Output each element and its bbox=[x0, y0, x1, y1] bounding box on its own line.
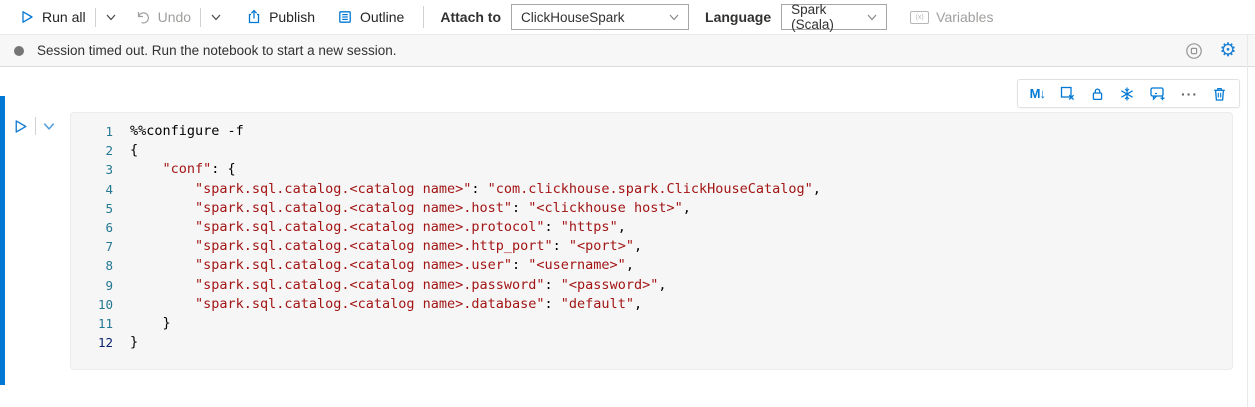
session-status-bar: Session timed out. Run the notebook to s… bbox=[0, 34, 1255, 67]
code-text: "spark.sql.catalog.<catalog name>.user":… bbox=[130, 256, 634, 275]
outline-button[interactable]: Outline bbox=[328, 0, 413, 34]
variables-button[interactable]: (x) Variables bbox=[901, 0, 1002, 34]
run-all-button[interactable]: Run all bbox=[10, 0, 95, 34]
stop-session-button[interactable] bbox=[1181, 38, 1207, 64]
markdown-icon: M↓ bbox=[1030, 86, 1045, 101]
active-cell-indicator bbox=[0, 96, 5, 385]
more-actions-button[interactable]: ··· bbox=[1174, 80, 1205, 107]
line-number: 10 bbox=[71, 295, 113, 314]
run-all-label: Run all bbox=[42, 9, 86, 25]
line-number: 6 bbox=[71, 218, 113, 237]
freeze-snowflake-icon bbox=[1119, 86, 1135, 102]
line-number: 5 bbox=[71, 199, 113, 218]
session-message: Session timed out. Run the notebook to s… bbox=[37, 43, 1181, 58]
freeze-cell-button[interactable] bbox=[1112, 80, 1142, 107]
line-number: 9 bbox=[71, 276, 113, 295]
chevron-down-icon bbox=[866, 11, 878, 23]
notebook-app: Run all Undo bbox=[0, 0, 1255, 407]
line-number: 1 bbox=[71, 122, 113, 141]
code-text: } bbox=[130, 333, 138, 352]
outline-label: Outline bbox=[360, 9, 404, 25]
language-dropdown[interactable]: Spark (Scala) bbox=[781, 4, 887, 30]
variables-icon: (x) bbox=[910, 11, 929, 24]
language-label: Language bbox=[705, 9, 771, 25]
separator bbox=[423, 6, 424, 28]
cell-run-controls bbox=[12, 117, 56, 135]
play-icon bbox=[19, 9, 35, 25]
line-number: 7 bbox=[71, 237, 113, 256]
line-number: 2 bbox=[71, 141, 113, 160]
code-text: "spark.sql.catalog.<catalog name>.protoc… bbox=[130, 218, 626, 237]
code-line[interactable]: 7 "spark.sql.catalog.<catalog name>.http… bbox=[71, 237, 1232, 256]
line-number: 12 bbox=[71, 333, 113, 352]
scrollbar-track[interactable] bbox=[1247, 34, 1248, 407]
gear-icon: ⚙ bbox=[1219, 41, 1236, 60]
line-number: 4 bbox=[71, 180, 113, 199]
code-line[interactable]: 5 "spark.sql.catalog.<catalog name>.host… bbox=[71, 199, 1232, 218]
code-line[interactable]: 6 "spark.sql.catalog.<catalog name>.prot… bbox=[71, 218, 1232, 237]
variables-label: Variables bbox=[936, 9, 993, 25]
trash-icon bbox=[1212, 86, 1227, 102]
code-text: %%configure -f bbox=[130, 122, 244, 141]
line-number: 3 bbox=[71, 160, 113, 179]
code-line[interactable]: 10 "spark.sql.catalog.<catalog name>.dat… bbox=[71, 295, 1232, 314]
cell-toolbar: M↓ bbox=[1017, 79, 1240, 108]
code-text: { bbox=[130, 141, 138, 160]
session-status-dot-icon bbox=[14, 46, 24, 56]
code-text: "spark.sql.catalog.<catalog name>.host":… bbox=[130, 199, 691, 218]
run-options-chevron-button[interactable] bbox=[96, 0, 126, 34]
session-settings-button[interactable]: ⚙ bbox=[1215, 38, 1241, 64]
code-line[interactable]: 3 "conf": { bbox=[71, 160, 1232, 179]
chevron-down-icon bbox=[210, 11, 222, 23]
attach-to-value: ClickHouseSpark bbox=[521, 10, 625, 25]
collapse-cell-chevron-button[interactable] bbox=[42, 119, 56, 133]
markdown-toggle-button[interactable]: M↓ bbox=[1023, 80, 1052, 107]
ellipsis-icon: ··· bbox=[1181, 86, 1198, 102]
code-text: "spark.sql.catalog.<catalog name>.databa… bbox=[130, 295, 642, 314]
code-text: "spark.sql.catalog.<catalog name>.http_p… bbox=[130, 237, 642, 256]
chevron-down-icon bbox=[668, 11, 680, 23]
stop-session-icon bbox=[1185, 42, 1203, 60]
clear-cell-button[interactable] bbox=[1052, 80, 1083, 107]
notebook-body: M↓ bbox=[0, 67, 1255, 407]
code-lines: 1%%configure -f2{3 "conf": {4 "spark.sql… bbox=[71, 122, 1232, 352]
top-toolbar: Run all Undo bbox=[0, 0, 1255, 34]
run-cell-button[interactable] bbox=[12, 118, 29, 135]
outline-icon bbox=[337, 9, 353, 25]
attach-to-dropdown[interactable]: ClickHouseSpark bbox=[511, 4, 689, 30]
code-cell[interactable]: 1%%configure -f2{3 "conf": {4 "spark.sql… bbox=[70, 112, 1233, 370]
delete-cell-button[interactable] bbox=[1205, 80, 1234, 107]
publish-icon bbox=[246, 9, 262, 25]
comment-plus-icon bbox=[1149, 85, 1167, 102]
line-number: 11 bbox=[71, 314, 113, 333]
code-line[interactable]: 1 %%configure -f bbox=[71, 122, 1232, 141]
add-comment-button[interactable] bbox=[1142, 80, 1174, 107]
code-text: } bbox=[130, 314, 171, 333]
publish-button[interactable]: Publish bbox=[237, 0, 324, 34]
clear-cell-icon bbox=[1059, 85, 1076, 102]
lock-cell-button[interactable] bbox=[1083, 80, 1112, 107]
code-line[interactable]: 9 "spark.sql.catalog.<catalog name>.pass… bbox=[71, 276, 1232, 295]
code-line[interactable]: 4 "spark.sql.catalog.<catalog name>": "c… bbox=[71, 180, 1232, 199]
undo-button[interactable]: Undo bbox=[126, 0, 200, 34]
undo-icon bbox=[135, 9, 151, 25]
code-line[interactable]: 12} bbox=[71, 333, 1232, 352]
code-text: "spark.sql.catalog.<catalog name>": "com… bbox=[130, 180, 821, 199]
code-line[interactable]: 2{ bbox=[71, 141, 1232, 160]
chevron-down-icon bbox=[105, 11, 117, 23]
undo-options-chevron-button[interactable] bbox=[201, 0, 231, 34]
separator bbox=[35, 117, 36, 135]
lock-icon bbox=[1090, 86, 1105, 102]
code-line[interactable]: 8 "spark.sql.catalog.<catalog name>.user… bbox=[71, 256, 1232, 275]
code-line[interactable]: 11 } bbox=[71, 314, 1232, 333]
undo-label: Undo bbox=[158, 9, 191, 25]
publish-label: Publish bbox=[269, 9, 315, 25]
language-value: Spark (Scala) bbox=[791, 2, 866, 32]
attach-to-label: Attach to bbox=[440, 9, 501, 25]
line-number: 8 bbox=[71, 256, 113, 275]
code-text: "conf": { bbox=[130, 160, 236, 179]
code-text: "spark.sql.catalog.<catalog name>.passwo… bbox=[130, 276, 666, 295]
